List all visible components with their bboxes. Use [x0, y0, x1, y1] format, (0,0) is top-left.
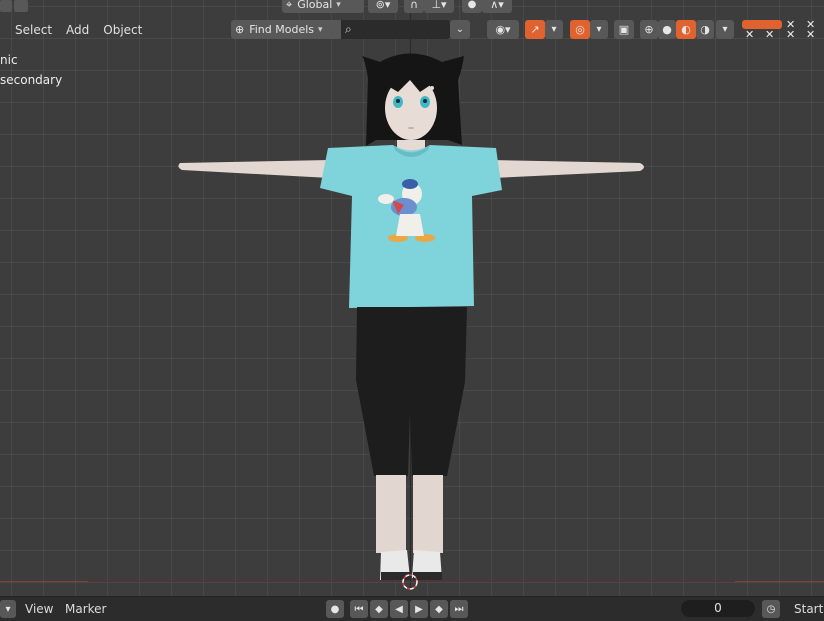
jump-end-button[interactable]: ⏭ [450, 600, 468, 618]
play-reverse-button[interactable]: ◀ [390, 600, 408, 618]
eye-icon: ◉▾ [495, 23, 511, 36]
falloff-dropdown[interactable]: ∧▾ [482, 0, 512, 13]
proportional-editing-toggle[interactable]: ● [462, 0, 482, 13]
pivot-icon: ⊚▾ [375, 0, 391, 11]
close-icon[interactable]: ✕ [765, 29, 774, 40]
solid-sphere-icon: ● [662, 23, 672, 36]
orientation-label: Global [297, 0, 333, 11]
prev-keyframe-button[interactable]: ◆ [370, 600, 388, 618]
editor-type-buttons[interactable] [0, 0, 28, 12]
preview-range-toggle[interactable]: ◷ [762, 600, 780, 618]
menu-marker[interactable]: Marker [65, 602, 106, 616]
rendered-sphere-icon: ◑ [700, 23, 710, 36]
search-input[interactable]: ⌕ [341, 20, 450, 39]
gizmo-icon: ↗ [530, 23, 540, 36]
material-sphere-icon: ◐ [681, 23, 691, 36]
start-frame-label: Start [794, 602, 824, 616]
menu-select[interactable]: Select [8, 23, 59, 37]
xray-icon: ▣ [618, 23, 630, 36]
overlays-icon: ◎ [575, 23, 585, 36]
current-frame-field[interactable]: 0 [681, 600, 755, 617]
xray-toggle[interactable]: ▣ [614, 20, 634, 39]
wireframe-sphere-icon: ⊕ [644, 23, 654, 36]
chevron-down-icon: ⌄ [455, 24, 465, 35]
orientation-icon: ⌖ [286, 0, 293, 11]
play-reverse-icon: ◀ [395, 603, 403, 615]
viewport-object-line: secondary [0, 73, 63, 87]
search-scope-dropdown[interactable]: ⊕ Find Models ▾ [231, 20, 345, 39]
transform-orientation-dropdown[interactable]: ⌖ Global ▾ [282, 0, 364, 13]
viewport-mode-line: nic [0, 53, 18, 67]
chevron-down-icon: ▾ [551, 24, 557, 35]
visibility-dropdown[interactable]: ◉▾ [487, 20, 519, 39]
chevron-down-icon: ▾ [318, 24, 323, 35]
chevron-down-icon: ▾ [722, 24, 728, 35]
search-options-dropdown[interactable]: ⌄ [450, 20, 470, 39]
magnet-icon: ∩ [409, 0, 419, 11]
shading-wireframe-button[interactable]: ⊕ [640, 20, 658, 39]
editor-type-dropdown[interactable]: ▾ [0, 600, 16, 618]
play-icon: ▶ [415, 603, 423, 615]
chevron-down-icon: ▾ [336, 0, 341, 10]
character-model[interactable] [0, 0, 824, 596]
record-button[interactable]: ● [326, 600, 344, 618]
snap-increment-icon: ⊥▾ [431, 0, 447, 11]
chevron-down-icon: ▾ [596, 24, 602, 35]
header-menu: Select Add Object [0, 17, 149, 43]
cursor-icon[interactable] [0, 0, 12, 12]
next-keyframe-icon: ◆ [435, 603, 443, 615]
shading-rendered-button[interactable]: ◑ [696, 20, 714, 39]
shading-material-button[interactable]: ◐ [676, 20, 696, 39]
snap-toggle[interactable]: ∩ [404, 0, 424, 13]
overlays-toggle[interactable]: ◎ [570, 20, 590, 39]
menu-add[interactable]: Add [59, 23, 96, 37]
viewport-info-text: nic secondary [0, 50, 62, 90]
next-keyframe-button[interactable]: ◆ [430, 600, 448, 618]
search-scope-label: Find Models [249, 23, 315, 36]
overlays-dropdown[interactable]: ▾ [590, 20, 608, 39]
proportional-icon: ● [467, 0, 477, 10]
clock-icon: ◷ [766, 603, 776, 615]
play-button[interactable]: ▶ [410, 600, 428, 618]
close-icon[interactable]: ✕ [745, 29, 754, 40]
close-icon[interactable]: ✕ [786, 29, 795, 40]
chevron-down-icon: ▾ [5, 603, 11, 615]
shading-solid-button[interactable]: ● [658, 20, 676, 39]
jump-start-icon: ⏮ [354, 603, 364, 615]
jump-start-button[interactable]: ⏮ [350, 600, 368, 618]
globe-icon: ⊕ [235, 23, 245, 36]
record-icon: ● [330, 603, 340, 615]
menu-object[interactable]: Object [96, 23, 149, 37]
select-box-icon[interactable] [14, 0, 28, 12]
jump-end-icon: ⏭ [454, 603, 464, 615]
gizmo-toggle[interactable]: ↗ [525, 20, 545, 39]
search-icon: ⌕ [345, 22, 352, 36]
menu-view[interactable]: View [25, 602, 53, 616]
pivot-point-dropdown[interactable]: ⊚▾ [368, 0, 398, 13]
close-icon[interactable]: ✕ [806, 29, 815, 40]
falloff-icon: ∧▾ [490, 0, 504, 11]
snap-target-dropdown[interactable]: ⊥▾ [424, 0, 454, 13]
prev-keyframe-icon: ◆ [375, 603, 383, 615]
shading-dropdown[interactable]: ▾ [716, 20, 734, 39]
gizmo-dropdown[interactable]: ▾ [545, 20, 563, 39]
